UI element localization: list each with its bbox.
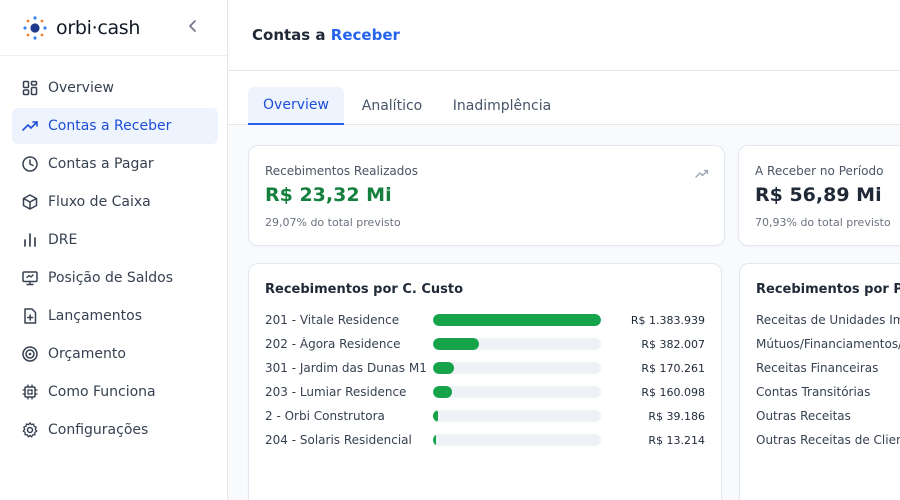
cost-center-label: 203 - Lumiar Residence	[265, 385, 407, 399]
sidebar: orbi·cash Overview Contas a Receber Cont…	[0, 0, 228, 500]
sidebar-nav: Overview Contas a Receber Contas a Pagar…	[0, 56, 227, 448]
progress-track	[433, 314, 601, 326]
sidebar-item-label: Contas a Receber	[48, 118, 172, 134]
panel-recebimentos-por-plano: Recebimentos por Pla Receitas de Unidade…	[739, 263, 900, 500]
cost-center-value: R$ 39.186	[648, 409, 705, 423]
page-title-prefix: Contas a	[252, 26, 326, 44]
progress-fill	[433, 434, 436, 446]
plan-account-row: Receitas de Unidades Imo	[756, 313, 900, 327]
sidebar-item-label: Posição de Saldos	[48, 270, 174, 286]
cost-center-value: R$ 382.007	[641, 337, 705, 351]
cost-center-row: 204 - Solaris Residencial R$ 13.214	[265, 431, 705, 449]
progress-track	[433, 410, 601, 422]
sidebar-item-label: Overview	[48, 80, 114, 96]
grid-icon	[21, 79, 39, 97]
page-title: Contas a Receber	[252, 26, 400, 44]
sidebar-item-como-funciona[interactable]: Como Funciona	[12, 374, 218, 410]
plan-account-row: Outras Receitas de Client	[756, 433, 900, 447]
panel-recebimentos-por-centro-de-custo: Recebimentos por C. Custo 201 - Vitale R…	[248, 263, 722, 500]
cost-center-value: R$ 170.261	[641, 361, 705, 375]
sidebar-item-label: DRE	[48, 232, 78, 248]
cost-center-row: 203 - Lumiar Residence R$ 160.098	[265, 383, 705, 401]
cost-center-label: 301 - Jardim das Dunas M1	[265, 361, 427, 375]
sidebar-item-label: Como Funciona	[48, 384, 156, 400]
kpi-card-a-receber-no-periodo: A Receber no Período R$ 56,89 Mi 70,93% …	[738, 145, 900, 246]
panel-title: Recebimentos por C. Custo	[265, 282, 463, 297]
progress-track	[433, 338, 601, 350]
cost-center-row: 202 - Ágora Residence R$ 382.007	[265, 335, 705, 353]
sidebar-item-configuracoes[interactable]: Configurações	[12, 412, 218, 448]
page-header: Contas a Receber	[229, 0, 900, 71]
cost-center-label: 201 - Vitale Residence	[265, 313, 400, 327]
kpi-card-recebimentos-realizados: Recebimentos Realizados R$ 23,32 Mi 29,0…	[248, 145, 725, 246]
target-icon	[21, 345, 39, 363]
kpi-label: A Receber no Período	[755, 164, 884, 178]
kpi-subtitle: 70,93% do total previsto	[755, 216, 891, 229]
panel-title: Recebimentos por Pla	[756, 282, 900, 297]
progress-fill	[433, 314, 601, 326]
trend-up-icon	[21, 117, 39, 135]
sidebar-item-dre[interactable]: DRE	[12, 222, 218, 258]
monitor-icon	[21, 269, 39, 287]
box-icon	[21, 193, 39, 211]
clock-icon	[21, 155, 39, 173]
progress-fill	[433, 386, 453, 398]
plan-account-row: Contas Transitórias	[756, 385, 871, 399]
kpi-value: R$ 56,89 Mi	[755, 184, 882, 206]
sidebar-item-label: Orçamento	[48, 346, 126, 362]
cost-center-row: 301 - Jardim das Dunas M1 R$ 170.261	[265, 359, 705, 377]
sidebar-item-fluxo-de-caixa[interactable]: Fluxo de Caixa	[12, 184, 218, 220]
brand-name: orbi·cash	[56, 16, 141, 39]
tab-bar: Overview Analítico Inadimplência	[229, 71, 900, 125]
sidebar-item-label: Fluxo de Caixa	[48, 194, 151, 210]
bar-chart-icon	[21, 231, 39, 249]
orbi-logo-icon	[20, 13, 50, 43]
plan-account-row: Mútuos/Financiamentos/C	[756, 337, 900, 351]
sidebar-item-label: Configurações	[48, 422, 149, 438]
plan-account-row: Receitas Financeiras	[756, 361, 879, 375]
cost-center-row: 2 - Orbi Construtora R$ 39.186	[265, 407, 705, 425]
sidebar-item-label: Lançamentos	[48, 308, 143, 324]
progress-fill	[433, 410, 438, 422]
plan-account-row: Outras Receitas	[756, 409, 851, 423]
cost-center-value: R$ 13.214	[648, 433, 705, 447]
sidebar-item-orcamento[interactable]: Orçamento	[12, 336, 218, 372]
file-plus-icon	[21, 307, 39, 325]
tab-analitico[interactable]: Analítico	[351, 87, 433, 125]
progress-fill	[433, 362, 454, 374]
progress-track	[433, 386, 601, 398]
cost-center-row: 201 - Vitale Residence R$ 1.383.939	[265, 311, 705, 329]
sidebar-item-posicao-de-saldos[interactable]: Posição de Saldos	[12, 260, 218, 296]
cpu-icon	[21, 383, 39, 401]
trend-up-icon	[694, 166, 710, 182]
sidebar-item-label: Contas a Pagar	[48, 156, 154, 172]
progress-track	[433, 362, 601, 374]
collapse-sidebar-chevron-left-icon[interactable]	[185, 18, 201, 34]
cost-center-label: 2 - Orbi Construtora	[265, 409, 385, 423]
cost-center-label: 204 - Solaris Residencial	[265, 433, 412, 447]
kpi-label: Recebimentos Realizados	[265, 164, 418, 178]
cost-center-label: 202 - Ágora Residence	[265, 337, 401, 351]
sidebar-item-contas-a-pagar[interactable]: Contas a Pagar	[12, 146, 218, 182]
kpi-value: R$ 23,32 Mi	[265, 184, 392, 206]
sidebar-item-overview[interactable]: Overview	[12, 70, 218, 106]
sidebar-item-lancamentos[interactable]: Lançamentos	[12, 298, 218, 334]
cost-center-value: R$ 160.098	[641, 385, 705, 399]
progress-fill	[433, 338, 480, 350]
kpi-subtitle: 29,07% do total previsto	[265, 216, 401, 229]
tab-overview[interactable]: Overview	[248, 87, 344, 125]
tab-inadimplencia[interactable]: Inadimplência	[447, 87, 557, 125]
progress-track	[433, 434, 601, 446]
sidebar-item-contas-a-receber[interactable]: Contas a Receber	[12, 108, 218, 144]
page-title-accent: Receber	[330, 26, 400, 44]
brand: orbi·cash	[0, 0, 227, 56]
settings-icon	[21, 421, 39, 439]
cost-center-value: R$ 1.383.939	[630, 313, 705, 327]
